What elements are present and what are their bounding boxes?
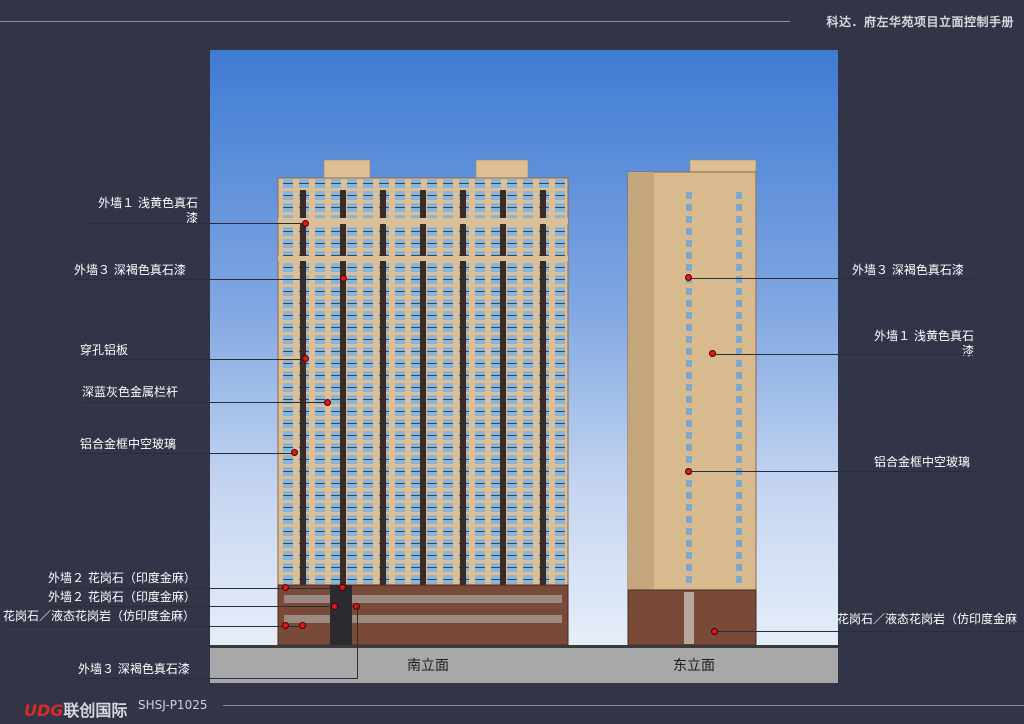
- leader-line: [48, 588, 344, 589]
- east-elevation-tower: [627, 159, 757, 646]
- annotation-granite-3: 花岗石／液态花岗岩（仿印度金麻）: [3, 609, 196, 623]
- leader-line: [80, 453, 294, 454]
- marker-dot: [339, 584, 346, 591]
- annotation-granite-1: 外墙２ 花岗石（印度金麻）: [48, 571, 196, 585]
- brand-name: 联创国际: [63, 701, 128, 720]
- marker-dot: [685, 274, 692, 281]
- marker-dot: [299, 622, 306, 629]
- leader-line: [48, 606, 358, 607]
- marker-dot: [340, 275, 347, 282]
- marker-dot: [685, 468, 692, 475]
- annotation-granite-2: 外墙２ 花岗石（印度金麻）: [48, 590, 196, 604]
- leader-line: [688, 471, 980, 472]
- brand-logo: UDG联创国际: [24, 697, 127, 721]
- marker-dot: [282, 622, 289, 629]
- leader-line: [84, 223, 306, 224]
- annotation-right-granite: 花岗石／液态花岗岩（仿印度金麻: [837, 612, 1018, 626]
- leader-line: [714, 631, 1024, 632]
- leader-line-vertical: [357, 606, 358, 678]
- annotation-glass: 铝合金框中空玻璃: [80, 437, 177, 451]
- leader-line: [78, 678, 358, 679]
- annotation-right-glass: 铝合金框中空玻璃: [874, 455, 971, 469]
- annotation-perforated-aluminum: 穿孔铝板: [80, 343, 129, 357]
- annotation-railing: 深蓝灰色金属栏杆: [82, 385, 179, 399]
- footer-rule: [223, 705, 1024, 706]
- leader-line: [80, 359, 306, 360]
- leader-line: [3, 626, 303, 627]
- document-code: SHSJ-P1025: [138, 698, 208, 712]
- annotation-wall1: 外墙１ 浅黄色真石 漆: [98, 196, 198, 225]
- marker-dot: [282, 584, 289, 591]
- south-elevation-label: 南立面: [407, 658, 449, 674]
- leader-line: [82, 402, 328, 403]
- brand-mark: UDG: [24, 701, 64, 720]
- marker-dot: [711, 628, 718, 635]
- marker-dot: [709, 350, 716, 357]
- marker-dot: [331, 603, 338, 610]
- east-elevation-label: 东立面: [673, 658, 715, 674]
- leader-line: [74, 279, 344, 280]
- marker-dot: [291, 449, 298, 456]
- marker-dot: [324, 399, 331, 406]
- marker-dot: [302, 355, 309, 362]
- annotation-right-wall3: 外墙３ 深褐色真石漆: [852, 263, 964, 277]
- leader-line: [688, 278, 980, 279]
- marker-dot: [302, 220, 309, 227]
- leader-line: [712, 354, 974, 355]
- annotation-wall3: 外墙３ 深褐色真石漆: [74, 263, 186, 277]
- annotation-wall3-podium: 外墙３ 深褐色真石漆: [78, 662, 190, 676]
